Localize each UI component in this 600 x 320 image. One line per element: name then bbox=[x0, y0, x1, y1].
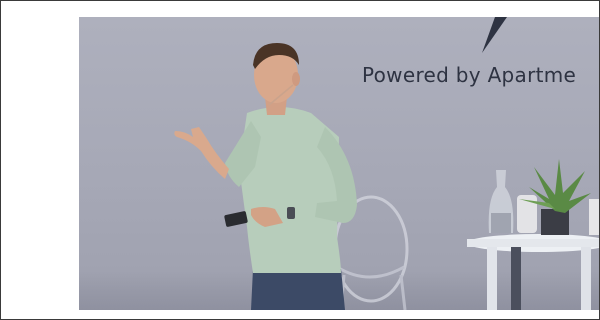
logo-mark bbox=[482, 17, 507, 53]
wristwatch bbox=[287, 207, 295, 219]
side-table bbox=[467, 234, 599, 310]
presenter bbox=[174, 43, 357, 310]
clicker bbox=[224, 211, 248, 227]
glass-carafe bbox=[488, 170, 514, 233]
stage-scene bbox=[174, 17, 599, 310]
side-vase bbox=[589, 199, 599, 235]
image-frame: Powered by Apartme bbox=[0, 0, 600, 320]
stage-photo: Powered by Apartme bbox=[79, 17, 599, 310]
